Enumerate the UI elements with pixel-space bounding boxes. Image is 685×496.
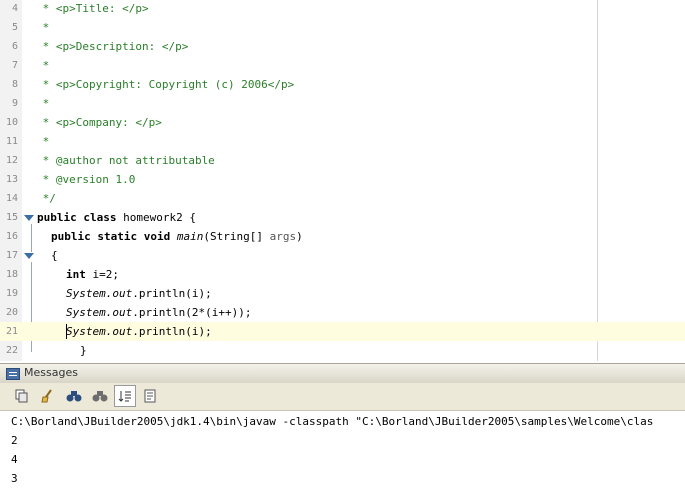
output-line: 4 [11, 453, 18, 466]
code-line[interactable]: 5 * [0, 18, 685, 37]
code-text: * @author not attributable [36, 154, 215, 167]
line-number: 14 [5, 193, 18, 204]
code-line[interactable]: 8 * <p>Copyright: Copyright (c) 2006</p> [0, 75, 685, 94]
messages-panel-title: Messages [24, 366, 78, 379]
output-line: C:\Borland\JBuilder2005\jdk1.4\bin\javaw… [11, 415, 654, 428]
code-text: System.out.println(i); [66, 322, 212, 341]
code-text: * [36, 59, 50, 72]
identifier: .println(i); [132, 287, 212, 300]
clear-icon[interactable] [38, 386, 58, 406]
code-line[interactable]: 12 * @author not attributable [0, 151, 685, 170]
code-line[interactable]: 17 { [0, 246, 685, 265]
code-line[interactable]: 10 * <p>Company: </p> [0, 113, 685, 132]
line-number: 13 [5, 174, 18, 185]
line-number: 7 [11, 60, 18, 71]
line-number: 9 [11, 98, 18, 109]
fold-toggle-icon[interactable] [24, 253, 34, 259]
code-text: System.out.println(i); [66, 284, 212, 303]
parameter: args [269, 230, 297, 243]
fold-toggle-icon[interactable] [24, 215, 34, 221]
code-text: */ [36, 192, 56, 205]
code-line[interactable]: 18 int i=2; [0, 265, 685, 284]
code-line[interactable]: 22 } [0, 341, 685, 360]
code-text: * [36, 135, 50, 148]
code-line[interactable]: 4 * <p>Title: </p> [0, 0, 685, 18]
paren: ) [296, 230, 303, 243]
line-number: 15 [5, 212, 18, 223]
code-text: public static void main(String[] args) [51, 227, 303, 246]
code-text: * @version 1.0 [36, 173, 136, 186]
print-icon[interactable] [140, 386, 160, 406]
code-line[interactable]: 16 public static void main(String[] args… [0, 227, 685, 246]
identifier: i=2; [92, 268, 120, 281]
output-line: 3 [11, 472, 18, 485]
messages-toolbar [0, 383, 685, 411]
code-text: } [80, 344, 87, 357]
messages-icon [6, 368, 20, 380]
copy-icon[interactable] [12, 386, 32, 406]
line-number: 4 [11, 3, 18, 14]
line-number: 20 [5, 307, 18, 318]
messages-output[interactable]: C:\Borland\JBuilder2005\jdk1.4\bin\javaw… [0, 411, 685, 496]
find-next-icon[interactable] [90, 386, 110, 406]
code-line[interactable]: 19 System.out.println(i); [0, 284, 685, 303]
line-number: 8 [11, 79, 18, 90]
method-name: main [176, 230, 204, 243]
code-line[interactable]: 11 * [0, 132, 685, 151]
code-text: * [36, 97, 50, 110]
code-text: { [51, 249, 58, 262]
line-number: 6 [11, 41, 18, 52]
line-number: 10 [5, 117, 18, 128]
code-text: * [36, 21, 50, 34]
find-icon[interactable] [64, 386, 84, 406]
keyword: public static void [51, 230, 177, 243]
code-text: public class homework2 { [37, 208, 196, 227]
code-line[interactable]: 9 * [0, 94, 685, 113]
output-line: 2 [11, 434, 18, 447]
code-text: * <p>Company: </p> [36, 116, 162, 129]
line-number: 18 [5, 269, 18, 280]
line-number: 5 [11, 22, 18, 33]
code-text: System.out.println(2*(i++)); [66, 303, 251, 322]
line-number: 11 [5, 136, 18, 147]
class-ref: System.out [66, 325, 133, 338]
code-line[interactable]: 14 */ [0, 189, 685, 208]
code-line[interactable]: 6 * <p>Description: </p> [0, 37, 685, 56]
code-editor[interactable]: 4 * <p>Title: </p> 5 * 6 * <p>Descriptio… [0, 0, 685, 361]
line-number: 21 [5, 326, 18, 337]
line-number: 16 [5, 231, 18, 242]
identifier: homework2 { [123, 211, 196, 224]
class-ref: System.out [66, 306, 133, 319]
code-text: * <p>Description: </p> [36, 40, 189, 53]
code-text: * <p>Copyright: Copyright (c) 2006</p> [36, 78, 295, 91]
keyword: public class [37, 211, 124, 224]
messages-panel-header[interactable]: Messages [0, 363, 685, 384]
identifier: (String[] [203, 230, 270, 243]
code-line[interactable]: 15 public class homework2 { [0, 208, 685, 227]
class-ref: System.out [66, 287, 133, 300]
wrap-icon[interactable] [114, 385, 136, 407]
line-number: 17 [5, 250, 18, 261]
code-text: * <p>Title: </p> [36, 2, 149, 15]
code-line[interactable]: 13 * @version 1.0 [0, 170, 685, 189]
code-text: int i=2; [66, 265, 119, 284]
keyword: int [66, 268, 93, 281]
line-number: 19 [5, 288, 18, 299]
code-line[interactable]: 20 System.out.println(2*(i++)); [0, 303, 685, 322]
current-code-line[interactable]: 21 System.out.println(i); [0, 322, 685, 341]
line-number: 12 [5, 155, 18, 166]
line-number: 22 [5, 345, 18, 356]
identifier: .println(2*(i++)); [132, 306, 252, 319]
identifier: .println(i); [132, 325, 212, 338]
code-line[interactable]: 7 * [0, 56, 685, 75]
